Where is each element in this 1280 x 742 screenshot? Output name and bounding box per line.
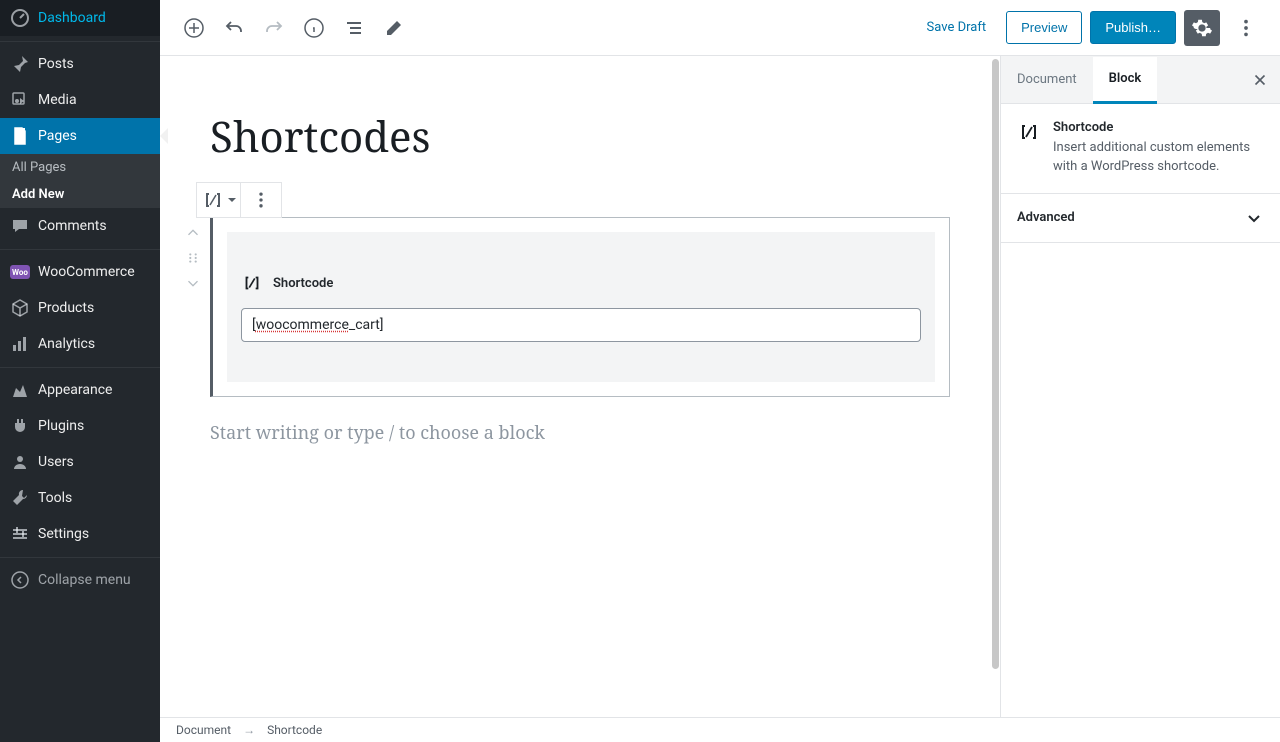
sidebar-label: WooCommerce: [38, 264, 150, 280]
tab-document[interactable]: Document: [1001, 56, 1093, 103]
undo-button[interactable]: [216, 10, 252, 46]
sidebar-item-dashboard[interactable]: Dashboard: [0, 0, 160, 36]
inspector-tabs: Document Block: [1001, 56, 1280, 104]
settings-icon: [10, 524, 30, 544]
collapse-label: Collapse menu: [38, 572, 131, 588]
sidebar-label: Users: [38, 454, 150, 470]
edit-mode-button[interactable]: [376, 10, 412, 46]
sidebar-item-users[interactable]: Users: [0, 444, 160, 480]
sidebar-item-appearance[interactable]: Appearance: [0, 372, 160, 408]
block-more-options[interactable]: [241, 183, 281, 217]
page-icon: [10, 126, 30, 146]
sidebar-item-products[interactable]: Products: [0, 290, 160, 326]
close-inspector-button[interactable]: [1240, 71, 1280, 89]
sidebar-item-tools[interactable]: Tools: [0, 480, 160, 516]
add-block-button[interactable]: [176, 10, 212, 46]
sidebar-label: Posts: [38, 56, 150, 72]
block-mover: [178, 217, 208, 295]
advanced-panel-label: Advanced: [1017, 210, 1075, 225]
collapse-menu-button[interactable]: Collapse menu: [0, 562, 160, 598]
media-icon: [10, 90, 30, 110]
sidebar-item-plugins[interactable]: Plugins: [0, 408, 160, 444]
editor-canvas: Shortcodes: [160, 56, 1000, 465]
block-info-description: Insert additional custom elements with a…: [1053, 139, 1264, 177]
preview-button[interactable]: Preview: [1006, 11, 1082, 44]
editor-toolbar: Save Draft Preview Publish…: [160, 0, 1280, 56]
tools-icon: [10, 488, 30, 508]
shortcode-input[interactable]: [woocommerce_cart]: [241, 308, 921, 342]
sidebar-label: Appearance: [38, 382, 150, 398]
plugins-icon: [10, 416, 30, 436]
page-title-input[interactable]: Shortcodes: [210, 112, 950, 162]
comments-icon: [10, 216, 30, 236]
shortcode-icon: [1017, 120, 1041, 177]
sidebar-label: Settings: [38, 526, 150, 542]
shortcode-block-label: Shortcode: [273, 276, 333, 291]
sidebar-item-pages[interactable]: Pages: [0, 118, 160, 154]
chevron-down-icon: [227, 195, 237, 205]
block-breadcrumb: Document → Shortcode: [160, 717, 1280, 742]
shortcode-value-suffix: _cart]: [349, 317, 384, 333]
shortcode-icon: [241, 272, 263, 294]
appearance-icon: [10, 380, 30, 400]
admin-sidebar: Dashboard Posts Media Pages All Pages Ad…: [0, 0, 160, 742]
tab-block[interactable]: Block: [1093, 57, 1158, 104]
woo-icon: Woo: [10, 262, 30, 282]
block-info-title: Shortcode: [1053, 120, 1264, 135]
block-toolbar: [196, 182, 282, 218]
sidebar-item-media[interactable]: Media: [0, 82, 160, 118]
info-button[interactable]: [296, 10, 332, 46]
settings-inspector: Document Block Shortcode Insert addition…: [1000, 56, 1280, 717]
shortcode-block[interactable]: Shortcode [woocommerce_cart]: [210, 217, 950, 397]
users-icon: [10, 452, 30, 472]
drag-handle[interactable]: [184, 249, 202, 267]
block-type-switcher[interactable]: [197, 183, 241, 217]
sidebar-item-analytics[interactable]: Analytics: [0, 326, 160, 362]
sidebar-item-posts[interactable]: Posts: [0, 46, 160, 82]
breadcrumb-leaf[interactable]: Shortcode: [267, 723, 322, 737]
svg-text:Woo: Woo: [12, 268, 28, 277]
scrollbar[interactable]: [992, 59, 999, 669]
products-icon: [10, 298, 30, 318]
shortcode-icon: [201, 188, 225, 212]
pin-icon: [10, 54, 30, 74]
advanced-panel-toggle[interactable]: Advanced: [1001, 194, 1280, 243]
editor-body: Shortcodes: [160, 56, 1280, 717]
arrow-right-icon: →: [243, 723, 255, 737]
sidebar-label: Media: [38, 92, 150, 108]
sidebar-subitem-add-new[interactable]: Add New: [0, 181, 160, 208]
block-appender[interactable]: Start writing or type / to choose a bloc…: [210, 421, 950, 445]
move-down-button[interactable]: [181, 271, 205, 295]
publish-button[interactable]: Publish…: [1090, 11, 1176, 44]
sidebar-label: Comments: [38, 218, 150, 234]
move-up-button[interactable]: [181, 221, 205, 245]
redo-button[interactable]: [256, 10, 292, 46]
sidebar-label: Plugins: [38, 418, 150, 434]
sidebar-subitem-all-pages[interactable]: All Pages: [0, 154, 160, 181]
sidebar-item-comments[interactable]: Comments: [0, 208, 160, 244]
collapse-icon: [10, 570, 30, 590]
analytics-icon: [10, 334, 30, 354]
shortcode-block-body: Shortcode [woocommerce_cart]: [227, 232, 935, 382]
shortcode-value-word: woocommerce: [256, 317, 349, 333]
save-draft-button[interactable]: Save Draft: [915, 12, 999, 43]
sidebar-item-settings[interactable]: Settings: [0, 516, 160, 552]
chevron-down-icon: [1244, 208, 1264, 228]
sidebar-item-woocommerce[interactable]: Woo WooCommerce: [0, 254, 160, 290]
editor-canvas-scroll[interactable]: Shortcodes: [160, 56, 1000, 717]
editor-main: Save Draft Preview Publish… Shortcodes: [160, 0, 1280, 742]
settings-toggle-button[interactable]: [1184, 10, 1220, 46]
sidebar-label: Tools: [38, 490, 150, 506]
breadcrumb-root[interactable]: Document: [176, 723, 231, 737]
dashboard-icon: [10, 8, 30, 28]
sidebar-label: Dashboard: [38, 10, 150, 26]
sidebar-label: Analytics: [38, 336, 150, 352]
sidebar-label: Products: [38, 300, 150, 316]
sidebar-submenu-pages: All Pages Add New: [0, 154, 160, 208]
outline-button[interactable]: [336, 10, 372, 46]
block-info-panel: Shortcode Insert additional custom eleme…: [1001, 104, 1280, 194]
sidebar-label: Pages: [38, 128, 150, 144]
more-menu-button[interactable]: [1228, 10, 1264, 46]
